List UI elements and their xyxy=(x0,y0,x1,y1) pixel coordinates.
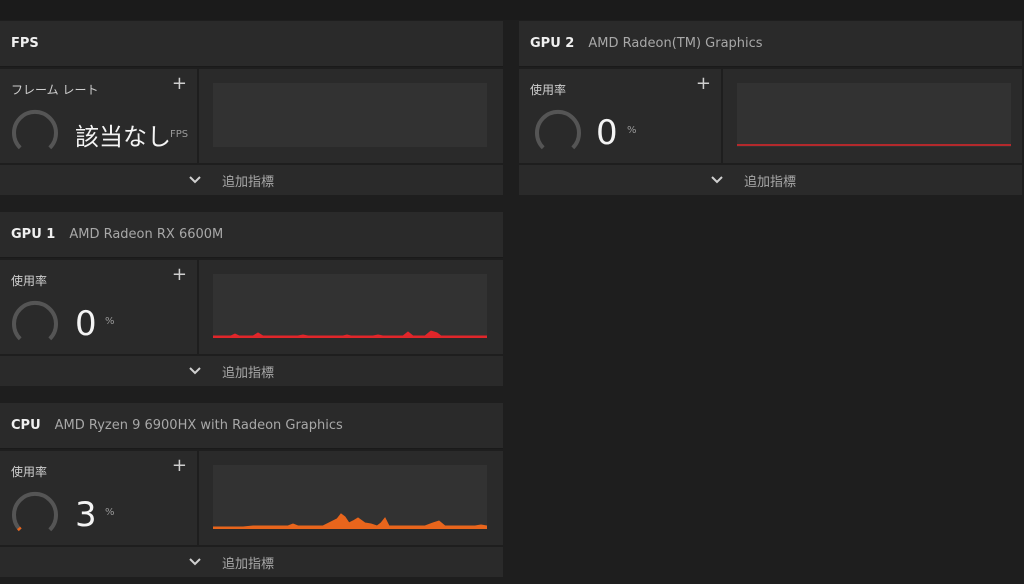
metric-unit: % xyxy=(627,125,637,136)
gpu1-usage-graph xyxy=(213,330,487,338)
cpu-graph-area xyxy=(199,451,503,545)
fps-panel-header: FPS xyxy=(0,21,503,67)
panel-title: CPU xyxy=(11,418,41,433)
gpu2-graph-area xyxy=(723,69,1022,163)
panel-title: FPS xyxy=(11,36,39,51)
fps-graph xyxy=(213,83,487,147)
gauge-icon xyxy=(12,491,58,532)
metric-unit: FPS xyxy=(170,129,189,140)
add-metric-button[interactable]: + xyxy=(172,75,187,93)
gpu2-panel: GPU 2 AMD Radeon(TM) Graphics 使用率 + 0 % xyxy=(519,21,1022,195)
fps-panel: FPS フレーム レート + 該当なし FPS 追加指標 xyxy=(0,21,503,195)
cpu-usage-graph xyxy=(213,513,487,529)
gpu2-more-metrics-button[interactable]: 追加指標 xyxy=(519,165,1022,195)
gauge-icon xyxy=(535,109,581,150)
metric-value: 該当なし xyxy=(75,123,171,151)
device-name: AMD Radeon(TM) Graphics xyxy=(588,36,763,51)
gpu2-metric: 使用率 + 0 % xyxy=(519,69,721,163)
more-metrics-label: 追加指標 xyxy=(222,365,275,381)
gauge-icon xyxy=(12,300,58,341)
cpu-panel-header: CPU AMD Ryzen 9 6900HX with Radeon Graph… xyxy=(0,403,503,449)
metric-unit: % xyxy=(105,316,115,327)
panel-title: GPU 1 xyxy=(11,227,56,242)
metric-label: 使用率 xyxy=(11,274,48,288)
chevron-down-icon xyxy=(711,176,723,184)
panel-title: GPU 2 xyxy=(530,36,575,51)
metric-value: 3 xyxy=(75,495,97,535)
gpu2-usage-graph xyxy=(737,144,1011,146)
metric-value: 0 xyxy=(596,113,618,153)
gpu1-more-metrics-button[interactable]: 追加指標 xyxy=(0,356,503,386)
gpu2-graph xyxy=(737,83,1011,147)
chevron-down-icon xyxy=(189,367,201,375)
more-metrics-label: 追加指標 xyxy=(222,174,275,190)
metric-label: フレーム レート xyxy=(11,83,99,97)
chevron-down-icon xyxy=(189,176,201,184)
cpu-panel: CPU AMD Ryzen 9 6900HX with Radeon Graph… xyxy=(0,403,503,577)
add-metric-button[interactable]: + xyxy=(696,75,711,93)
fps-graph-area xyxy=(199,69,503,163)
cpu-metric: 使用率 + 3 % xyxy=(0,451,197,545)
performance-overlay: FPS フレーム レート + 該当なし FPS 追加指標 GPU 1 AMD R… xyxy=(0,0,1024,584)
fps-more-metrics-button[interactable]: 追加指標 xyxy=(0,165,503,195)
gpu1-metric: 使用率 + 0 % xyxy=(0,260,197,354)
gpu1-graph-area xyxy=(199,260,503,354)
gpu2-panel-header: GPU 2 AMD Radeon(TM) Graphics xyxy=(519,21,1022,67)
metric-unit: % xyxy=(105,507,115,518)
gauge-icon xyxy=(12,109,58,150)
add-metric-button[interactable]: + xyxy=(172,457,187,475)
more-metrics-label: 追加指標 xyxy=(744,174,797,190)
top-strip xyxy=(0,0,1024,20)
chevron-down-icon xyxy=(189,558,201,566)
gpu1-panel: GPU 1 AMD Radeon RX 6600M 使用率 + 0 % 追加指標 xyxy=(0,212,503,386)
cpu-more-metrics-button[interactable]: 追加指標 xyxy=(0,547,503,577)
metric-value: 0 xyxy=(75,304,97,344)
gpu1-graph xyxy=(213,274,487,338)
fps-metric: フレーム レート + 該当なし FPS xyxy=(0,69,197,163)
more-metrics-label: 追加指標 xyxy=(222,556,275,572)
device-name: AMD Ryzen 9 6900HX with Radeon Graphics xyxy=(54,418,343,433)
device-name: AMD Radeon RX 6600M xyxy=(69,227,224,242)
cpu-graph xyxy=(213,465,487,529)
metric-label: 使用率 xyxy=(11,465,48,479)
metric-label: 使用率 xyxy=(530,83,567,97)
gpu1-panel-header: GPU 1 AMD Radeon RX 6600M xyxy=(0,212,503,258)
add-metric-button[interactable]: + xyxy=(172,266,187,284)
